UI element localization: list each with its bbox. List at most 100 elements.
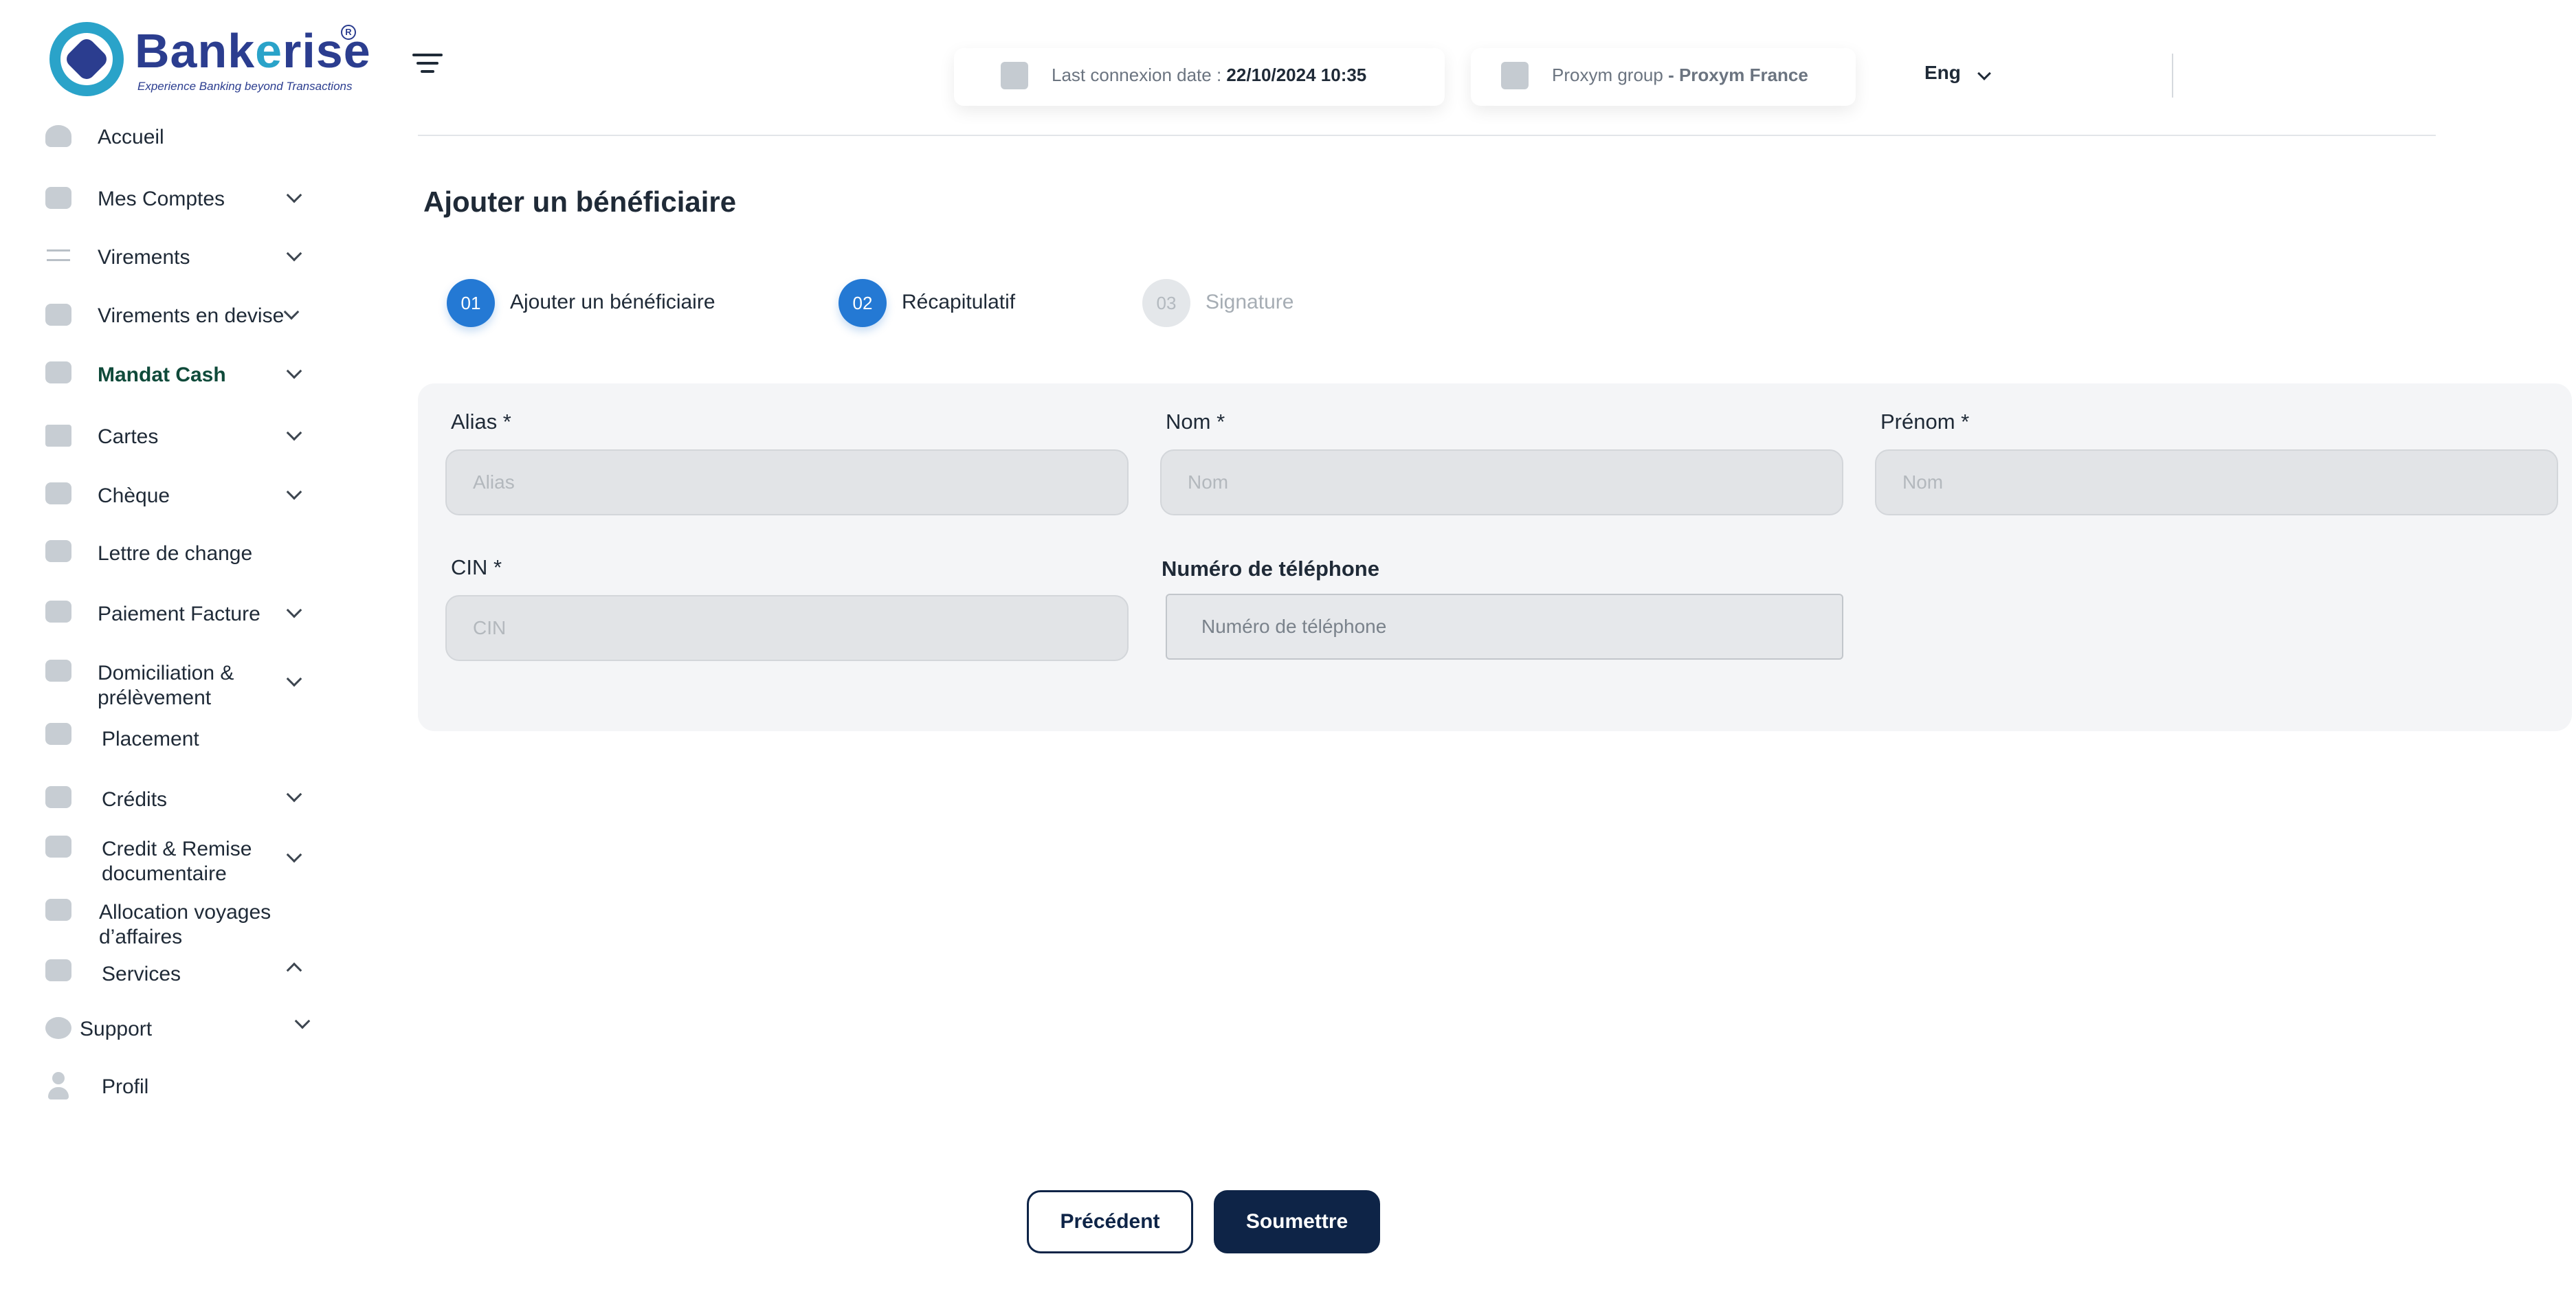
envelope-icon <box>45 786 71 808</box>
telephone-label: Numéro de téléphone <box>1162 557 1379 581</box>
sidebar-item-lettre-de-change[interactable]: Lettre de change <box>41 540 316 568</box>
building-icon <box>1501 62 1529 89</box>
chart-icon <box>45 723 71 745</box>
sidebar-item-support[interactable]: Support <box>41 1013 316 1043</box>
chevron-down-icon <box>286 847 302 863</box>
sidebar-item-label: Domiciliation & <box>98 662 234 684</box>
chevron-down-icon <box>286 484 302 500</box>
sidebar-item-cartes[interactable]: Cartes <box>41 423 316 451</box>
logo-mark-icon <box>49 22 124 96</box>
chevron-down-icon <box>286 187 302 203</box>
group-value: - Proxym France <box>1668 65 1808 85</box>
group-card: Proxym group - Proxym France <box>1471 48 1856 106</box>
last-connexion-label: Last connexion date : 22/10/2024 10:35 <box>1052 65 1367 85</box>
step-number: 01 <box>447 279 495 327</box>
beneficiary-form: Alias * Nom * Prénom * CIN * Numéro de t… <box>418 383 2572 731</box>
chevron-down-icon <box>286 363 302 379</box>
alias-label: Alias * <box>451 410 511 434</box>
sidebar-item-credits[interactable]: Crédits <box>41 786 316 814</box>
envelope-icon <box>45 361 71 383</box>
card-icon <box>45 425 71 447</box>
chevron-down-icon <box>286 245 302 262</box>
prenom-field[interactable] <box>1875 449 2558 515</box>
sidebar-item-services[interactable]: Services <box>41 959 316 988</box>
invoice-icon <box>45 601 71 623</box>
sidebar-item-credit-remise[interactable]: Credit & Remise documentaire <box>41 836 316 888</box>
submit-button[interactable]: Soumettre <box>1214 1190 1380 1253</box>
sidebar-item-paiement-facture[interactable]: Paiement Facture <box>41 601 316 628</box>
registered-mark: R <box>341 25 356 40</box>
sidebar-item-label: Credit & Remise <box>102 838 252 860</box>
telephone-field[interactable] <box>1166 594 1843 660</box>
user-icon <box>45 1072 71 1099</box>
prenom-label: Prénom * <box>1880 410 1970 434</box>
chevron-down-icon <box>286 602 302 618</box>
header-divider <box>2172 54 2173 98</box>
sidebar-item-profil[interactable]: Profil <box>41 1072 316 1102</box>
language-selector[interactable]: Eng <box>1924 62 1961 84</box>
sidebar-item-label: Allocation voyages <box>99 901 271 924</box>
chevron-down-icon <box>286 425 302 441</box>
chevron-down-icon <box>283 304 300 320</box>
envelope-icon <box>45 836 71 858</box>
sidebar-item-domiciliation[interactable]: Domiciliation & prélèvement <box>41 660 316 712</box>
sidebar-item-placement[interactable]: Placement <box>41 723 316 753</box>
envelope-icon <box>45 899 71 921</box>
sidebar-item-label: Crédits <box>102 788 168 811</box>
folder-icon <box>45 187 71 209</box>
support-icon <box>45 1017 71 1039</box>
envelope-icon <box>45 540 71 562</box>
cin-label: CIN * <box>451 555 502 579</box>
sidebar-item-label: Support <box>80 1018 153 1040</box>
envelope-icon <box>45 660 71 682</box>
step-3: 03 Signature <box>1142 279 1348 327</box>
cin-field[interactable] <box>445 595 1129 661</box>
sidebar-item-cheque[interactable]: Chèque <box>41 482 316 510</box>
step-number: 02 <box>839 279 887 327</box>
previous-button[interactable]: Précédent <box>1027 1190 1193 1253</box>
sidebar-item-mandat-cash[interactable]: Mandat Cash <box>41 361 316 389</box>
sidebar-item-label: Cartes <box>98 425 159 448</box>
menu-toggle-icon[interactable] <box>412 51 444 78</box>
bankerise-logo[interactable]: Bankerise R Experience Banking beyond Tr… <box>49 22 370 98</box>
step-label: Signature <box>1206 291 1294 313</box>
header-separator <box>418 135 2436 136</box>
sidebar-item-mes-comptes[interactable]: Mes Comptes <box>41 186 316 213</box>
chevron-down-icon <box>286 786 302 803</box>
sidebar-item-label: Virements en devise <box>98 304 285 327</box>
sidebar-item-label: Mes Comptes <box>98 188 225 210</box>
nom-field[interactable] <box>1160 449 1843 515</box>
chevron-down-icon <box>286 671 302 687</box>
nom-label: Nom * <box>1166 410 1225 434</box>
logo-tagline: Experience Banking beyond Transactions <box>137 80 353 93</box>
sidebar-item-label: Paiement Facture <box>98 603 260 625</box>
sidebar-item-virements[interactable]: Virements <box>41 244 316 271</box>
sidebar-item-label: Profil <box>102 1075 149 1098</box>
sidebar-item-allocation-voyages[interactable]: Allocation voyages d’affaires <box>41 899 316 951</box>
page-title: Ajouter un bénéficiaire <box>423 186 737 218</box>
sidebar-item-label-line2: documentaire <box>102 862 227 885</box>
last-connexion-card: Last connexion date : 22/10/2024 10:35 <box>954 48 1445 106</box>
chevron-up-icon <box>286 962 302 979</box>
cheque-icon <box>45 482 71 504</box>
sidebar-item-label: Accueil <box>98 126 164 148</box>
sidebar-item-label: Lettre de change <box>98 542 253 565</box>
sidebar-item-label: Chèque <box>98 484 170 507</box>
step-label: Récapitulatif <box>902 291 1016 313</box>
sidebar-item-accueil[interactable]: Accueil <box>41 124 316 151</box>
step-label: Ajouter un bénéficiaire <box>510 291 715 313</box>
step-2: 02 Récapitulatif <box>839 279 1058 327</box>
logo-wordmark: Bankerise <box>135 24 371 78</box>
sidebar-item-label-line2: d’affaires <box>99 926 183 948</box>
transfer-icon <box>45 244 71 266</box>
alias-field[interactable] <box>445 449 1129 515</box>
chevron-down-icon[interactable] <box>1977 67 1991 80</box>
group-label: Proxym group - Proxym France <box>1552 65 1808 85</box>
sidebar-item-label: Virements <box>98 246 190 269</box>
last-connexion-value: 22/10/2024 10:35 <box>1226 65 1367 85</box>
sidebar-item-label: Mandat Cash <box>98 364 226 386</box>
step-number: 03 <box>1142 279 1190 327</box>
sidebar-item-virements-devise[interactable]: Virements en devise <box>41 302 316 330</box>
chevron-down-icon <box>294 1013 311 1029</box>
calendar-icon <box>1001 62 1028 89</box>
